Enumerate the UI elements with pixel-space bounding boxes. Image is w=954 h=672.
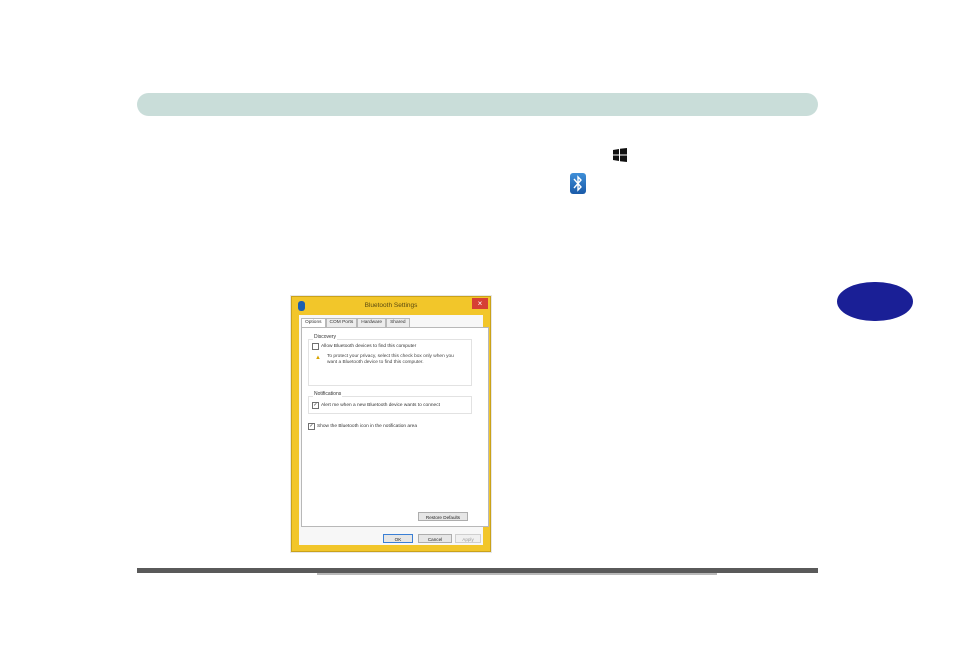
chapter-tab (837, 282, 913, 321)
discovery-group: Discovery Allow Bluetooth devices to fin… (308, 334, 472, 386)
allow-discovery-checkbox[interactable] (312, 343, 319, 350)
cancel-button[interactable]: Cancel (418, 534, 452, 543)
footer-rule (137, 568, 818, 575)
options-panel: Discovery Allow Bluetooth devices to fin… (301, 327, 489, 527)
tab-shared[interactable]: Shared (386, 318, 410, 327)
privacy-warning-text: To protect your privacy, select this che… (327, 354, 454, 366)
notifications-group-label: Notifications (313, 391, 343, 397)
show-icon-checkbox[interactable]: ✓ (308, 423, 315, 430)
dialog-titlebar[interactable]: Bluetooth Settings × (292, 297, 490, 315)
tab-com-ports[interactable]: COM Ports (325, 318, 358, 327)
alert-connect-label: Alert me when a new Bluetooth device wan… (321, 403, 440, 408)
tab-strip: Options COM Ports Hardware Shared (301, 318, 410, 327)
show-icon-label: Show the Bluetooth icon in the notificat… (317, 424, 418, 429)
show-icon-row[interactable]: ✓ Show the Bluetooth icon in the notific… (308, 423, 417, 430)
close-button[interactable]: × (472, 298, 488, 309)
tab-options[interactable]: Options (301, 318, 326, 327)
allow-discovery-label: Allow Bluetooth devices to find this com… (321, 344, 417, 349)
allow-discovery-row[interactable]: Allow Bluetooth devices to find this com… (312, 343, 416, 350)
windows-logo-icon (613, 148, 627, 162)
bluetooth-icon (298, 301, 305, 311)
tab-hardware[interactable]: Hardware (357, 318, 387, 327)
header-band (137, 93, 818, 116)
restore-defaults-button[interactable]: Restore Defaults (418, 512, 468, 521)
dialog-title: Bluetooth Settings (364, 302, 418, 309)
bluetooth-icon (570, 173, 586, 194)
alert-connect-checkbox[interactable]: ✓ (312, 402, 319, 409)
discovery-group-label: Discovery (313, 334, 337, 340)
dialog-client-area: Options COM Ports Hardware Shared Discov… (299, 315, 489, 545)
alert-connect-row[interactable]: ✓ Alert me when a new Bluetooth device w… (312, 402, 440, 409)
warning-icon: ▲ (315, 355, 321, 361)
apply-button[interactable]: Apply (455, 534, 481, 543)
notifications-group: Notifications ✓ Alert me when a new Blue… (308, 391, 472, 414)
bluetooth-settings-dialog: Bluetooth Settings × Options COM Ports H… (291, 296, 491, 552)
ok-button[interactable]: OK (383, 534, 413, 543)
